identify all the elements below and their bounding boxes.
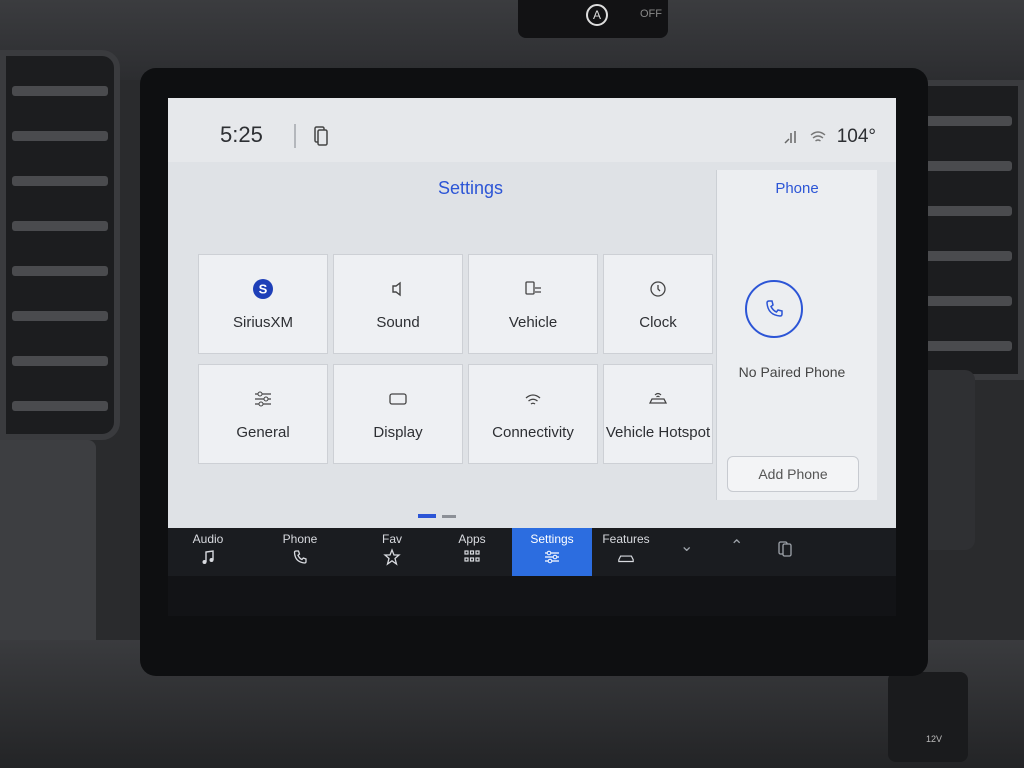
screen-bottom-bezel: [168, 576, 896, 616]
settings-grid: S SiriusXM Sound Vehicle Clock General D…: [198, 254, 713, 484]
hotspot-icon: [647, 388, 669, 410]
phone-panel: Phone No Paired Phone Add Phone: [716, 170, 877, 500]
signal-icon: [784, 131, 796, 144]
tile-vehicle[interactable]: Vehicle: [468, 254, 598, 354]
chevron-down-icon[interactable]: ⌄: [680, 536, 693, 556]
tile-label: SiriusXM: [232, 313, 293, 331]
page-dot[interactable]: [442, 515, 456, 518]
sliders-icon: [252, 388, 274, 410]
wifi-icon: [522, 388, 544, 410]
status-divider: [294, 124, 296, 148]
nav-label: Settings: [530, 532, 574, 546]
phone-projection-icon[interactable]: [778, 540, 794, 558]
tile-label: Sound: [376, 313, 420, 331]
nav-audio[interactable]: Audio: [168, 528, 248, 576]
bottom-navigation: Audio Phone Fav Apps Settings Features ⌄…: [168, 528, 896, 576]
car-icon: [618, 555, 634, 563]
nav-settings[interactable]: Settings: [512, 528, 592, 576]
page-indicator: [418, 514, 456, 518]
nav-label: Audio: [192, 532, 224, 546]
phone-icon: [293, 550, 307, 564]
tile-general[interactable]: General: [198, 364, 328, 464]
tile-display[interactable]: Display: [333, 364, 463, 464]
siriusxm-icon: S: [252, 278, 274, 300]
tile-vehicle-hotspot[interactable]: Vehicle Hotspot: [603, 364, 713, 464]
star-icon: [383, 548, 401, 566]
vehicle-settings-icon: [522, 278, 544, 300]
power-outlet-label: 12V: [926, 734, 943, 744]
dash-panel-left: [0, 440, 96, 655]
grid-icon: [464, 550, 480, 562]
tile-label: General: [236, 423, 290, 441]
phone-icon: [745, 280, 803, 338]
nav-features[interactable]: Features: [586, 528, 666, 576]
nav-label: Fav: [381, 532, 402, 546]
tile-label: Display: [373, 423, 423, 441]
display-icon: [387, 388, 409, 410]
phone-projection-icon: [314, 126, 328, 146]
tile-label: Clock: [639, 313, 677, 331]
page-title: Settings: [438, 178, 504, 198]
status-bar: 5:25 104°: [168, 98, 896, 162]
music-note-icon: [202, 550, 214, 564]
page-dot-active: [418, 514, 436, 518]
power-outlet[interactable]: 12V: [888, 672, 968, 762]
tile-siriusxm[interactable]: S SiriusXM: [198, 254, 328, 354]
svg-text:S: S: [259, 281, 268, 296]
sliders-icon: [545, 550, 559, 564]
no-paired-phone-text: No Paired Phone: [738, 364, 846, 380]
speaker-icon: [387, 278, 409, 300]
air-vent-left: [0, 50, 120, 440]
nav-fav[interactable]: Fav: [352, 528, 432, 576]
tile-clock[interactable]: Clock: [603, 254, 713, 354]
nav-label: Phone: [282, 532, 318, 546]
tile-label: Connectivity: [492, 423, 574, 441]
tile-label: Vehicle Hotspot: [605, 423, 711, 441]
chevron-up-icon[interactable]: ⌃: [730, 536, 743, 556]
add-phone-button[interactable]: Add Phone: [727, 456, 859, 492]
auto-start-stop-icon: A: [586, 4, 608, 26]
tile-connectivity[interactable]: Connectivity: [468, 364, 598, 464]
nav-label: Apps: [458, 532, 486, 546]
infotainment-screen: 5:25 104° Settings S SiriusXM Sound Vehi…: [168, 98, 896, 576]
auto-start-stop-label: OFF: [640, 8, 662, 20]
nav-phone[interactable]: Phone: [260, 528, 340, 576]
status-time: 5:25: [220, 122, 263, 147]
outside-temperature: 104°: [836, 126, 876, 147]
nav-label: Features: [602, 532, 650, 546]
phone-panel-title: Phone: [775, 180, 819, 197]
auto-start-stop-switch[interactable]: A OFF: [518, 0, 668, 38]
nav-apps[interactable]: Apps: [432, 528, 512, 576]
tile-sound[interactable]: Sound: [333, 254, 463, 354]
clock-icon: [647, 278, 669, 300]
wifi-icon: [810, 131, 826, 142]
tile-label: Vehicle: [508, 313, 558, 331]
